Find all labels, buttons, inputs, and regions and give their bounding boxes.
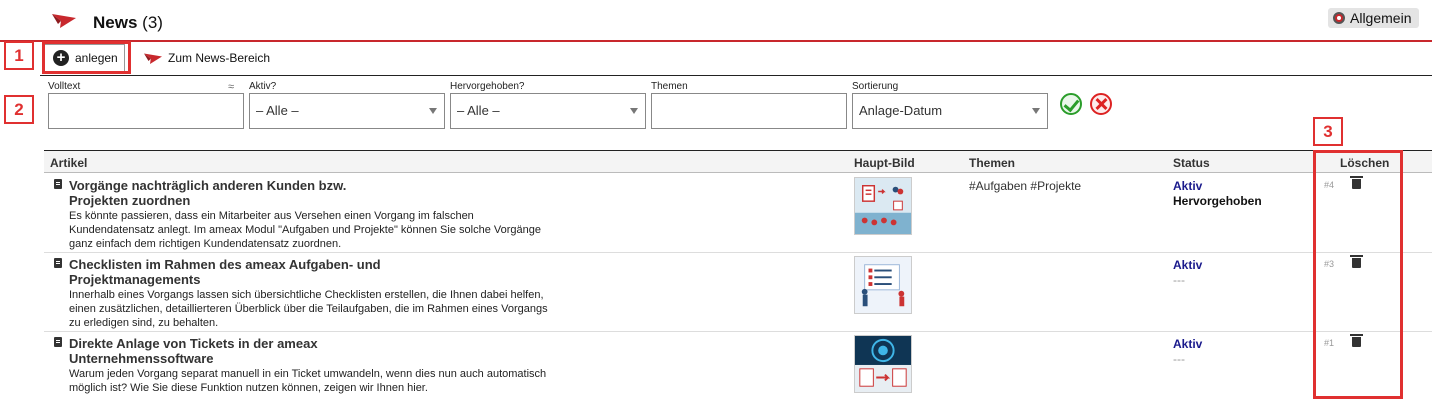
article-description: Warum jeden Vorgang separat manuell in e… <box>69 368 547 394</box>
column-header-main-image: Haupt-Bild <box>854 156 915 170</box>
sort-select-value: Anlage-Datum <box>859 103 943 118</box>
column-header-themes: Themen <box>969 156 1016 170</box>
annotation-marker-1: 1 <box>4 41 34 70</box>
table-row[interactable]: Vorgänge nachträglich anderen Kunden bzw… <box>44 174 1432 253</box>
active-label: Aktiv? <box>249 81 277 92</box>
article-status: Aktiv --- <box>1173 337 1202 367</box>
article-title[interactable]: Checklisten im Rahmen des ameax Aufgaben… <box>69 257 399 287</box>
news-area-link[interactable]: Zum News-Bereich <box>144 51 270 65</box>
page-title-text: News <box>93 13 138 32</box>
active-select[interactable]: – Alle – <box>249 93 445 129</box>
fulltext-input[interactable] <box>48 93 244 129</box>
document-icon <box>54 258 62 268</box>
featured-select-value: – Alle – <box>457 103 500 118</box>
table-row[interactable]: Checklisten im Rahmen des ameax Aufgaben… <box>44 253 1432 332</box>
column-header-article: Artikel <box>50 156 88 170</box>
status-featured[interactable]: --- <box>1173 273 1202 288</box>
featured-label: Hervorgehoben? <box>450 81 525 92</box>
status-active[interactable]: Aktiv <box>1173 258 1202 273</box>
article-thumbnail-image <box>854 335 912 393</box>
sort-filter: Sortierung Anlage-Datum <box>852 81 1048 129</box>
chevron-down-icon <box>1032 108 1040 114</box>
article-title[interactable]: Direkte Anlage von Tickets in der ameax … <box>69 336 399 366</box>
article-title[interactable]: Vorgänge nachträglich anderen Kunden bzw… <box>69 178 399 208</box>
article-description: Es könnte passieren, dass ein Mitarbeite… <box>69 210 541 250</box>
status-active[interactable]: Aktiv <box>1173 179 1262 194</box>
status-active[interactable]: Aktiv <box>1173 337 1202 352</box>
active-filter: Aktiv? – Alle – <box>249 81 445 129</box>
page-header: News (3) Allgemein <box>0 0 1432 42</box>
active-select-value: – Alle – <box>256 103 299 118</box>
fulltext-filter: Volltext ≈ <box>48 81 244 129</box>
paper-plane-icon <box>144 53 162 64</box>
news-area-link-label: Zum News-Bereich <box>168 51 271 65</box>
table-header: Artikel Haupt-Bild Themen Status Löschen <box>44 150 1432 173</box>
chevron-down-icon <box>429 108 437 114</box>
toolbar: + anlegen Zum News-Bereich <box>40 42 1432 76</box>
sort-label: Sortierung <box>852 81 899 92</box>
annotation-box-create <box>42 41 131 74</box>
annotation-box-delete-column <box>1313 150 1403 399</box>
scope-label: Allgemein <box>1350 10 1412 26</box>
news-count: (3) <box>142 13 163 32</box>
sort-select[interactable]: Anlage-Datum <box>852 93 1048 129</box>
scope-selector[interactable]: Allgemein <box>1328 8 1420 28</box>
featured-filter: Hervorgehoben? – Alle – <box>450 81 646 129</box>
status-featured[interactable]: Hervorgehoben <box>1173 194 1262 209</box>
article-status: Aktiv Hervorgehoben <box>1173 179 1262 209</box>
article-thumbnail-image <box>854 177 912 235</box>
article-themes: #Aufgaben #Projekte <box>969 179 1082 193</box>
fulltext-label: Volltext <box>48 81 81 92</box>
chevron-down-icon <box>630 108 638 114</box>
paper-plane-logo-icon <box>52 14 76 28</box>
page-title: News (3) <box>93 13 163 33</box>
featured-select[interactable]: – Alle – <box>450 93 646 129</box>
themes-input[interactable] <box>651 93 847 129</box>
article-thumbnail-image <box>854 256 912 314</box>
document-icon <box>54 337 62 347</box>
article-description: Innerhalb eines Vorgangs lassen sich übe… <box>69 289 548 329</box>
themes-filter: Themen <box>651 81 847 129</box>
reset-filter-x-icon[interactable] <box>1090 93 1112 115</box>
approx-icon[interactable]: ≈ <box>228 81 240 93</box>
document-icon <box>54 179 62 189</box>
article-status: Aktiv --- <box>1173 258 1202 288</box>
annotation-marker-2: 2 <box>4 95 34 124</box>
status-featured[interactable]: --- <box>1173 352 1202 367</box>
column-header-status: Status <box>1173 156 1210 170</box>
apply-filter-check-icon[interactable] <box>1060 93 1082 115</box>
table-row[interactable]: Direkte Anlage von Tickets in der ameax … <box>44 332 1432 400</box>
annotation-marker-3: 3 <box>1313 117 1343 146</box>
themes-label: Themen <box>651 81 688 92</box>
radio-dot-icon <box>1333 12 1345 24</box>
